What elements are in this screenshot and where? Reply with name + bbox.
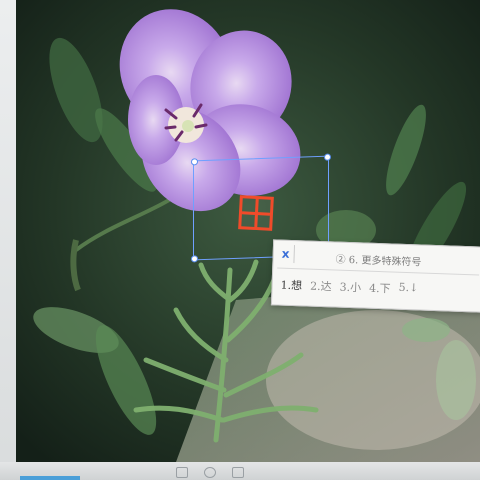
resize-handle-top-left[interactable] bbox=[191, 158, 198, 166]
ime-title-text: 6. 更多特殊符号 bbox=[348, 254, 422, 269]
ime-candidate-list: 1.想 2.达 3.小 4.下 5.↓ bbox=[280, 277, 418, 298]
taskbar-active-indicator bbox=[20, 476, 80, 480]
table-grid-icon[interactable] bbox=[238, 195, 274, 231]
ime-candidate-1[interactable]: 1.想 bbox=[280, 277, 302, 294]
ime-candidate-5[interactable]: 5.↓ bbox=[398, 281, 418, 298]
taskbar-button[interactable] bbox=[232, 467, 244, 478]
taskbar bbox=[0, 462, 480, 480]
ime-title: ② 6. 更多特殊符号 bbox=[335, 251, 421, 269]
ime-candidate-4[interactable]: 4.下 bbox=[369, 280, 391, 297]
taskbar-button[interactable] bbox=[176, 467, 188, 478]
settings-circle-icon[interactable]: ② bbox=[335, 255, 345, 266]
ime-candidate-window: x ② 6. 更多特殊符号 1.想 2.达 3.小 4.下 5.↓ bbox=[270, 239, 480, 313]
screen-canvas: x ② 6. 更多特殊符号 1.想 2.达 3.小 4.下 5.↓ bbox=[16, 0, 480, 462]
taskbar-button[interactable] bbox=[204, 467, 216, 478]
ime-candidate-3[interactable]: 3.小 bbox=[339, 279, 361, 296]
x-close-icon[interactable]: x bbox=[281, 247, 289, 261]
ime-divider bbox=[293, 245, 296, 264]
ime-candidate-2[interactable]: 2.达 bbox=[310, 278, 332, 295]
ime-separator bbox=[277, 267, 480, 276]
monitor-frame: x ② 6. 更多特殊符号 1.想 2.达 3.小 4.下 5.↓ bbox=[0, 0, 480, 480]
